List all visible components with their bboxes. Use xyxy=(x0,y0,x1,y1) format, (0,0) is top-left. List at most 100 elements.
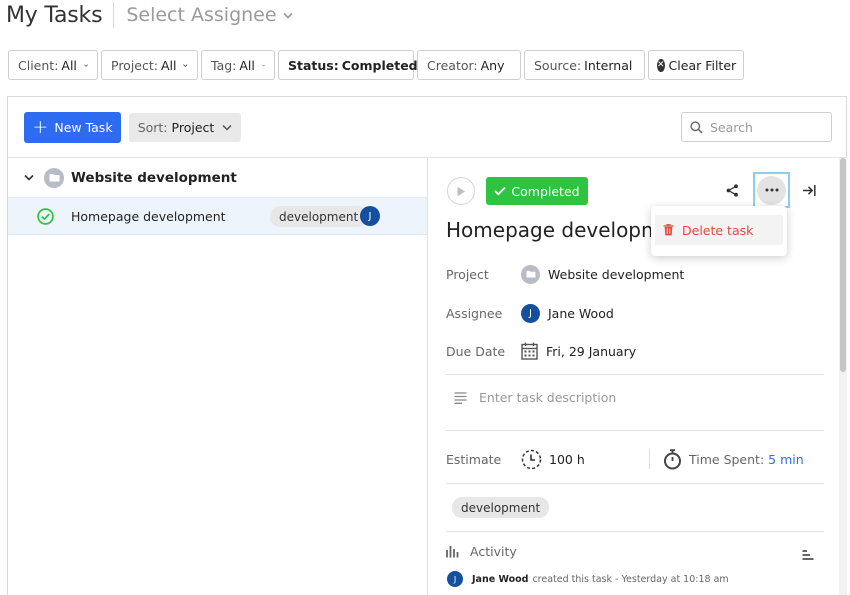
task-toolbar: + New Task Sort: Project xyxy=(8,97,846,158)
folder-icon xyxy=(44,167,64,188)
filter-label: Tag: xyxy=(211,57,237,73)
new-task-label: New Task xyxy=(54,120,113,135)
share-icon[interactable] xyxy=(726,184,739,197)
filter-bar: Client: All Project: All Tag: All Status: Co… xyxy=(8,50,744,80)
chevron-down-icon[interactable] xyxy=(24,174,34,181)
search-box xyxy=(681,112,832,142)
status-completed-button[interactable]: Completed xyxy=(486,177,588,205)
clear-filter-button[interactable]: ✕ Clear Filter xyxy=(648,50,744,80)
start-timer-button[interactable] xyxy=(447,177,475,205)
bar-chart-icon xyxy=(446,546,459,558)
more-options-focus xyxy=(753,172,790,208)
filter-label: Status: xyxy=(288,57,339,73)
description-placeholder: Enter task description xyxy=(479,390,617,405)
chevron-down-icon xyxy=(222,124,232,131)
check-icon xyxy=(494,186,507,196)
assignee-detail-row: Assignee J Jane Wood xyxy=(446,302,614,324)
activity-header: Activity xyxy=(446,544,517,559)
task-tag: development xyxy=(270,206,368,227)
estimate-row: Estimate 100 h Time Spent: 5 min xyxy=(446,445,824,473)
activity-log-entry: J Jane Wood created this task - Yesterda… xyxy=(447,571,729,587)
chevron-down-icon xyxy=(183,63,188,67)
sort-value: Project xyxy=(171,120,215,135)
page-header: My Tasks Select Assignee xyxy=(6,0,293,30)
filter-label: Source: xyxy=(534,57,582,73)
status-label: Completed xyxy=(511,183,580,199)
assignee-selector-label: Select Assignee xyxy=(126,4,277,26)
due-date-value[interactable]: Fri, 29 January xyxy=(546,344,636,359)
activity-label: Activity xyxy=(470,544,517,559)
filter-value: Completed xyxy=(341,57,418,73)
divider xyxy=(446,531,824,532)
activity-user: Jane Wood xyxy=(472,573,529,585)
project-label: Project xyxy=(446,266,489,282)
filter-value: All xyxy=(61,57,77,73)
task-title[interactable]: Homepage development xyxy=(446,218,656,242)
task-tag[interactable]: development xyxy=(452,497,550,518)
filter-value: All xyxy=(239,57,255,73)
folder-icon xyxy=(521,264,540,284)
client-filter[interactable]: Client: All xyxy=(8,50,98,80)
page-title: My Tasks xyxy=(6,2,103,28)
filter-value: All xyxy=(160,57,177,73)
avatar: J xyxy=(521,303,540,323)
task-row[interactable]: Homepage development development J xyxy=(8,198,427,235)
project-filter[interactable]: Project: All xyxy=(101,50,198,80)
new-task-button[interactable]: + New Task xyxy=(24,112,121,143)
play-icon xyxy=(457,186,465,196)
plus-icon: + xyxy=(32,116,49,138)
task-description[interactable]: Enter task description xyxy=(454,390,616,405)
filter-value: Any xyxy=(480,57,505,73)
time-spent-link[interactable]: 5 min xyxy=(768,452,804,467)
project-detail-row: Project Website development xyxy=(446,263,684,285)
status-filter[interactable]: Status: Completed xyxy=(278,50,418,80)
chevron-down-icon xyxy=(262,64,265,66)
chevron-down-icon xyxy=(282,12,293,19)
delete-task-label: Delete task xyxy=(682,222,754,238)
detail-scrollbar[interactable] xyxy=(839,158,847,595)
divider xyxy=(649,449,650,469)
sort-dropdown[interactable]: Sort: Project xyxy=(129,113,241,142)
due-date-detail-row: Due Date Fri, 29 January xyxy=(446,340,636,362)
text-lines-icon xyxy=(454,391,467,404)
project-value[interactable]: Website development xyxy=(548,267,684,282)
calendar-icon xyxy=(521,342,538,360)
divider xyxy=(446,430,824,431)
task-panel: + New Task Sort:Project Website developm… xyxy=(7,96,847,595)
estimate-value[interactable]: 100 h xyxy=(549,452,585,467)
more-options-button[interactable] xyxy=(757,175,786,205)
task-detail-panel: Completed Delete task Homepage developme… xyxy=(429,158,847,595)
header-divider xyxy=(113,2,115,28)
delete-task-menu-item[interactable]: Delete task xyxy=(655,215,783,245)
divider xyxy=(446,374,824,375)
creator-filter[interactable]: Creator: Any xyxy=(417,50,521,80)
more-options-menu: Delete task xyxy=(651,206,787,256)
chevron-down-icon xyxy=(84,63,88,67)
avatar: J xyxy=(360,206,380,226)
clock-icon xyxy=(521,449,542,469)
project-group-name: Website development xyxy=(71,169,237,186)
filter-label: Client: xyxy=(18,57,59,73)
stopwatch-icon xyxy=(664,448,681,469)
check-circle-icon[interactable] xyxy=(37,207,54,225)
activity-action: created this task - Yesterday at 10:18 a… xyxy=(532,573,729,585)
search-input[interactable] xyxy=(710,119,820,135)
tag-filter[interactable]: Tag: All xyxy=(201,50,275,80)
clear-filter-label: Clear Filter xyxy=(668,57,737,73)
scroll-thumb[interactable] xyxy=(840,158,846,372)
assignee-selector[interactable]: Select Assignee xyxy=(126,4,293,26)
avatar: J xyxy=(447,571,463,587)
filter-label: Project: xyxy=(111,57,158,73)
collapse-panel-icon[interactable] xyxy=(802,184,816,197)
project-group-header[interactable]: Website development xyxy=(8,158,427,198)
assignee-value[interactable]: Jane Wood xyxy=(548,306,614,321)
time-spent: Time Spent: 5 min xyxy=(663,445,804,473)
task-list: Website development Homepage development… xyxy=(8,158,428,595)
close-circle-icon: ✕ xyxy=(657,58,665,72)
filter-label: Creator: xyxy=(427,57,478,73)
due-date-label: Due Date xyxy=(446,343,506,359)
filter-value: Internal xyxy=(584,57,633,73)
ellipsis-icon xyxy=(765,188,778,192)
source-filter[interactable]: Source: Internal xyxy=(524,50,645,80)
sort-lines-icon[interactable] xyxy=(802,550,814,560)
